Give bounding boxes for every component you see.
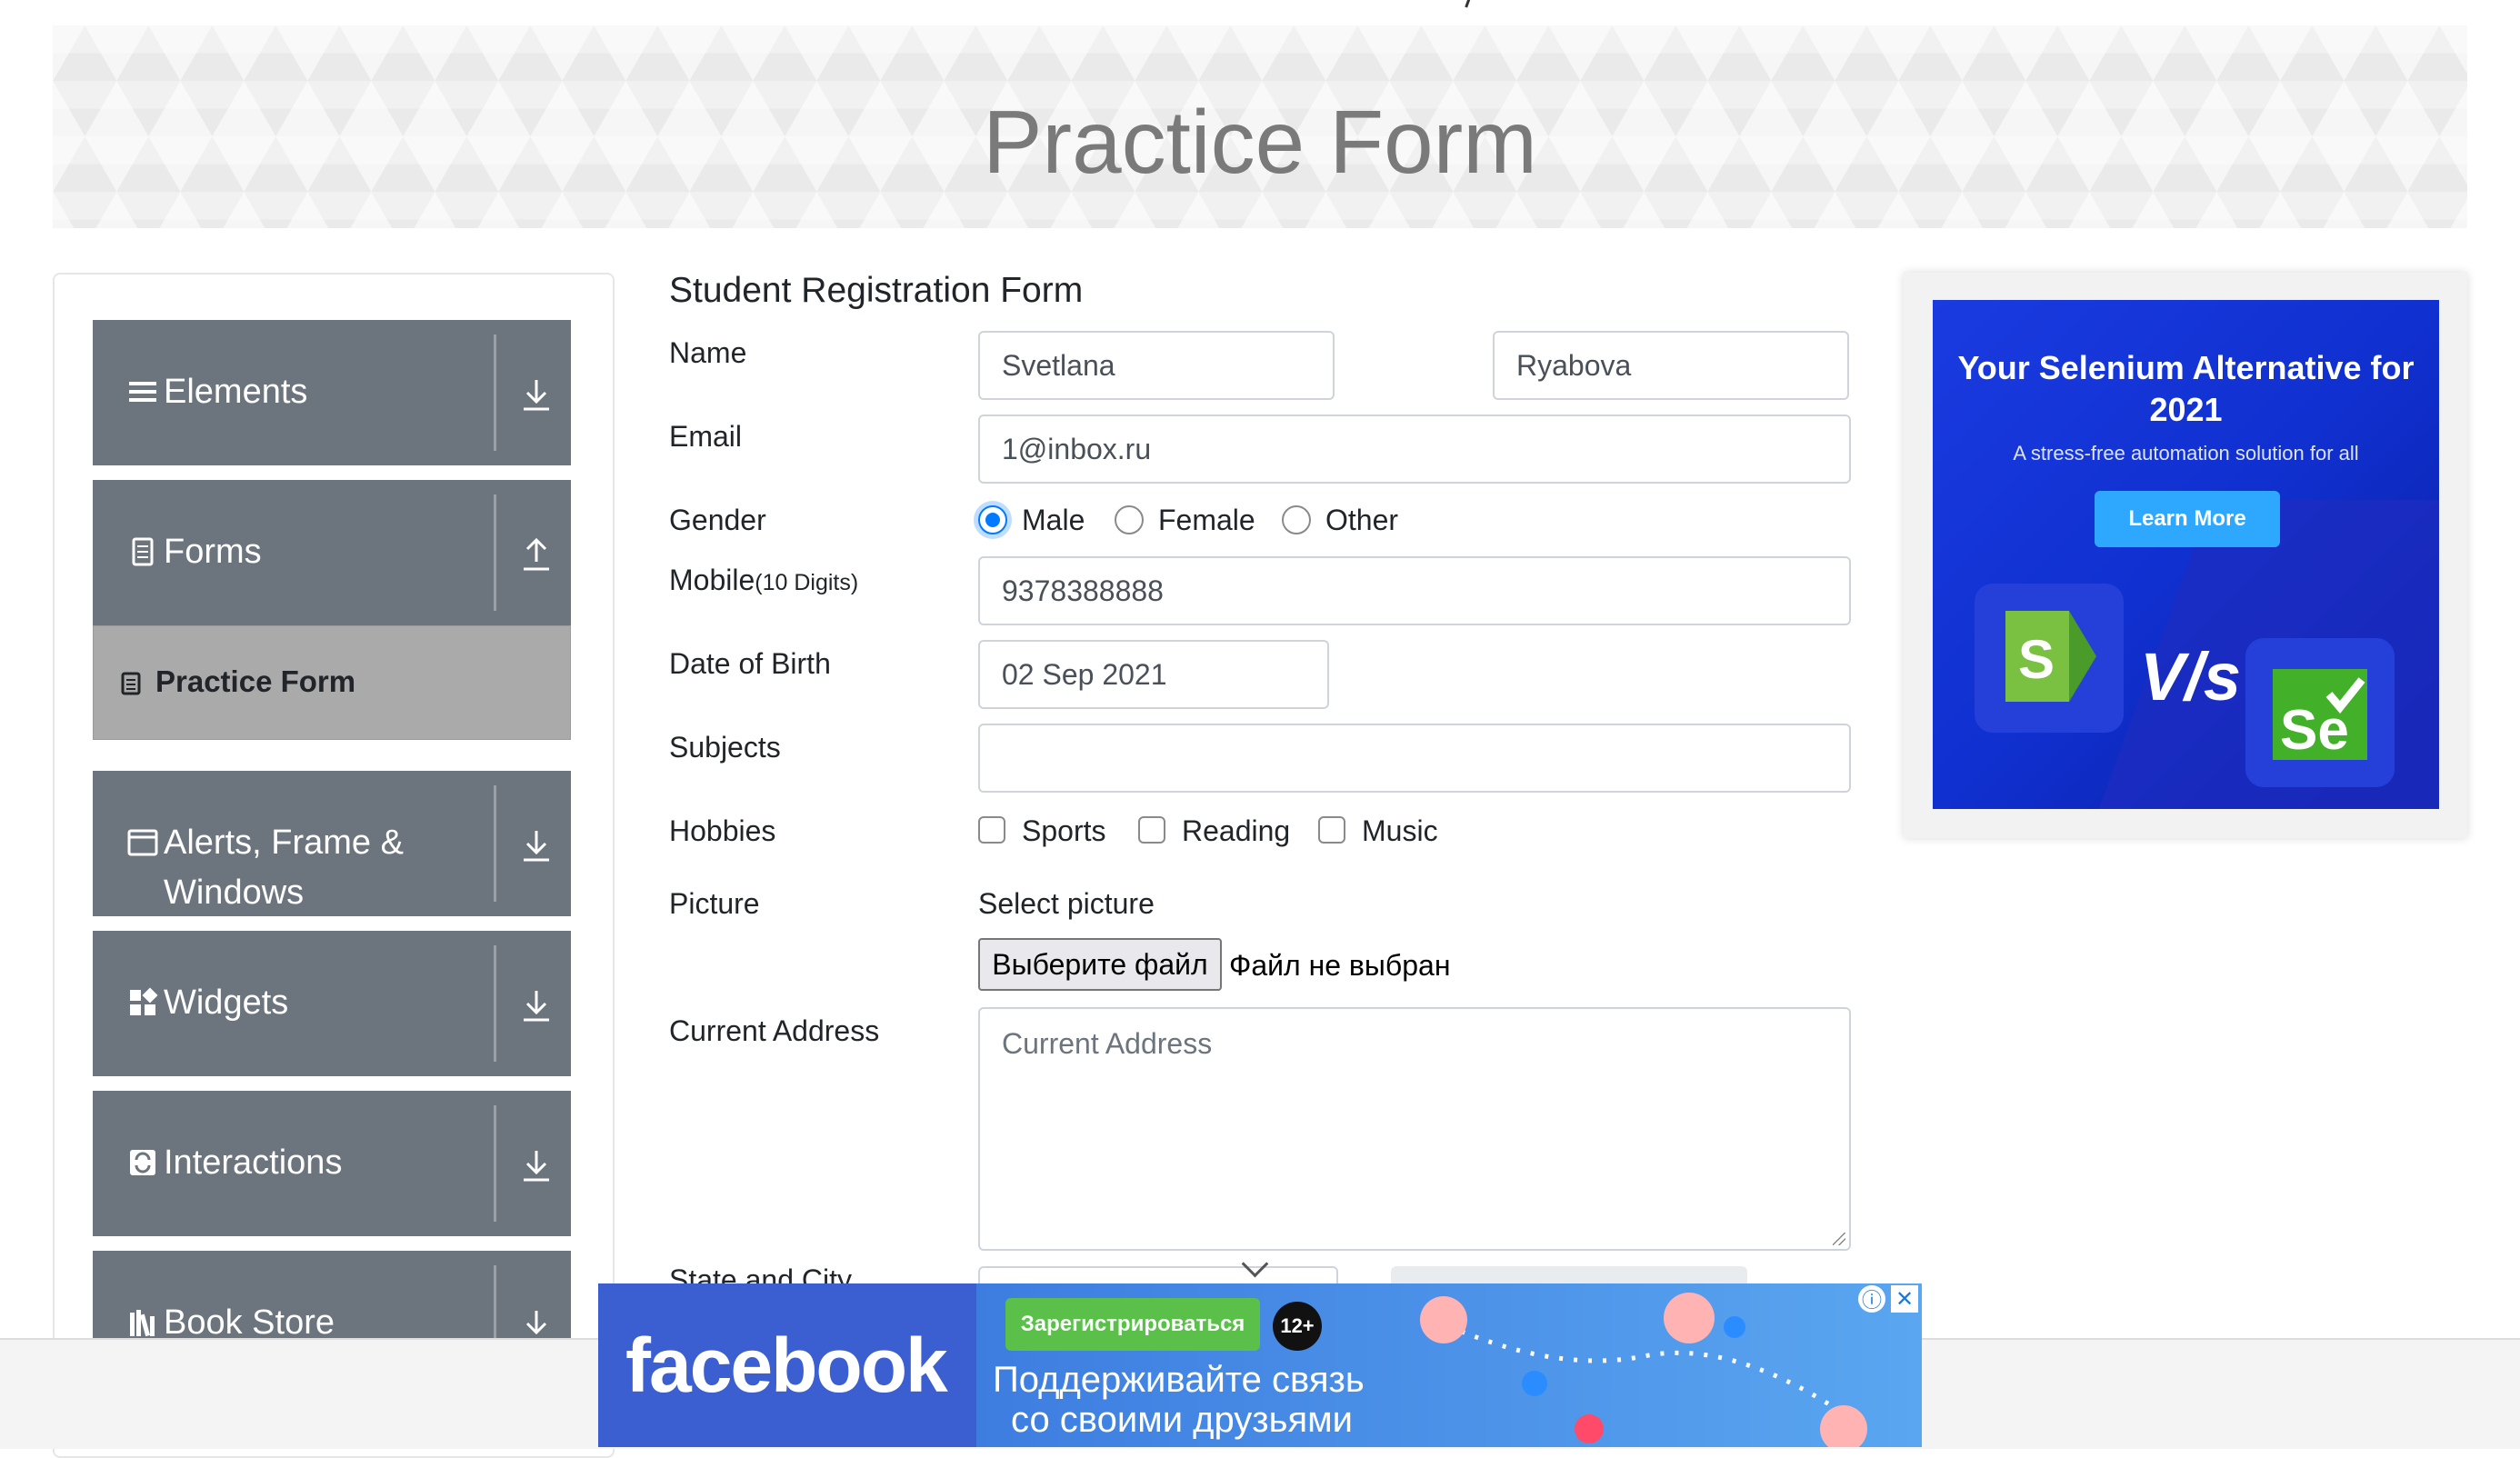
- ad-subtitle: A stress-free automation solution for al…: [2013, 442, 2359, 464]
- current-address-placeholder: Current Address: [1002, 1027, 1213, 1060]
- world-map-graphic: [1420, 1293, 1867, 1447]
- subjects-input[interactable]: [978, 724, 1851, 793]
- subjects-label: Subjects: [669, 731, 781, 764]
- arrow-down-icon[interactable]: [520, 987, 553, 1024]
- sidebar: Elements Forms Practice Form Alerts, Fra…: [53, 273, 615, 1458]
- arrow-down-icon[interactable]: [520, 827, 553, 864]
- hobby-music-label[interactable]: Music: [1362, 814, 1438, 848]
- arrow-up-icon[interactable]: [520, 536, 553, 573]
- sidebar-group-elements[interactable]: Elements: [93, 320, 571, 465]
- gender-male-label[interactable]: Male: [1022, 504, 1085, 537]
- current-address-label: Current Address: [669, 1014, 880, 1047]
- gender-male-radio[interactable]: [978, 505, 1007, 534]
- state-city-label: State and City: [669, 1263, 852, 1285]
- sidebar-group-label: Widgets: [164, 984, 289, 1022]
- page-title: Practice Form: [983, 92, 1537, 192]
- arrow-down-icon[interactable]: [520, 376, 553, 413]
- age-badge: 12+: [1273, 1302, 1322, 1351]
- facebook-logo: facebook: [625, 1323, 948, 1408]
- selenium-logo-tile: Se: [2245, 638, 2395, 787]
- mobile-label: Mobile(10 Digits): [669, 564, 858, 597]
- picture-hint: Select picture: [978, 887, 1155, 920]
- name-label: Name: [669, 336, 747, 369]
- date-of-birth-input[interactable]: 02 Sep 2021: [978, 640, 1329, 709]
- testsigma-logo-icon: S: [2005, 611, 2096, 702]
- hobby-reading-label[interactable]: Reading: [1182, 814, 1290, 848]
- sidebar-group-label: Interactions: [164, 1143, 343, 1182]
- cursor-mark: [1453, 0, 1472, 8]
- window-icon: [127, 829, 158, 856]
- form-icon: [121, 672, 141, 695]
- picture-label: Picture: [669, 887, 760, 920]
- email-input[interactable]: 1@inbox.ru: [978, 414, 1851, 484]
- gender-label: Gender: [669, 504, 766, 536]
- sidebar-item-practice-form[interactable]: Practice Form: [93, 625, 571, 740]
- selenium-ad[interactable]: Your Selenium Alternative for 2021 A str…: [1933, 300, 2439, 809]
- page-banner: Practice Form: [53, 25, 2467, 228]
- arrow-down-icon[interactable]: [520, 1147, 553, 1183]
- register-button[interactable]: Зарегистрироваться: [1005, 1298, 1260, 1351]
- gender-other-label[interactable]: Other: [1325, 504, 1398, 537]
- ad-close-icon[interactable]: ✕: [1891, 1285, 1918, 1313]
- resize-handle[interactable]: [1833, 1233, 1845, 1245]
- email-label: Email: [669, 420, 743, 453]
- sidebar-group-forms[interactable]: Forms: [93, 480, 571, 625]
- versus-text: V/s: [2140, 639, 2242, 714]
- sidebar-group-interactions[interactable]: Interactions: [93, 1091, 571, 1236]
- sidebar-group-label: Elements: [164, 373, 308, 411]
- form-title: Student Registration Form: [669, 271, 1084, 310]
- document-icon: [132, 537, 154, 566]
- testsigma-logo-tile: S: [1975, 584, 2124, 733]
- mobile-input[interactable]: 9378388888: [978, 556, 1851, 625]
- hobby-music-checkbox[interactable]: [1318, 816, 1345, 844]
- ad-message: Поддерживайте связь со своими друзьями: [993, 1360, 1365, 1440]
- ad-message-line1: Поддерживайте связь: [993, 1360, 1365, 1400]
- ad-title: Your Selenium Alternative for 2021: [1957, 349, 2415, 428]
- hobbies-label: Hobbies: [669, 814, 776, 847]
- svg-text:S: S: [2018, 629, 2055, 690]
- current-address-textarea[interactable]: Current Address: [978, 1007, 1851, 1251]
- hobby-sports-checkbox[interactable]: [978, 816, 1005, 844]
- mobile-hint: (10 Digits): [755, 570, 859, 595]
- dob-label: Date of Birth: [669, 647, 831, 680]
- sidebar-group-widgets[interactable]: Widgets: [93, 931, 571, 1076]
- last-name-input[interactable]: Ryabova: [1493, 331, 1849, 400]
- learn-more-button[interactable]: Learn More: [2095, 491, 2280, 547]
- hamburger-icon: [129, 382, 156, 402]
- selenium-logo-icon: Se: [2273, 669, 2367, 762]
- file-status: Файл не выбран: [1229, 949, 1451, 982]
- books-icon: [130, 1310, 155, 1337]
- sidebar-group-alerts[interactable]: Alerts, Frame & Windows: [93, 771, 571, 916]
- facebook-ad[interactable]: facebook Зарегистрироваться 12+ Поддержи…: [598, 1283, 1922, 1447]
- widgets-icon: [130, 987, 158, 1015]
- sidebar-group-label: Alerts, Frame & Windows: [164, 824, 404, 912]
- mobile-label-text: Mobile: [669, 564, 755, 596]
- hobby-reading-checkbox[interactable]: [1138, 816, 1165, 844]
- ad-message-line2: со своими друзьями: [1011, 1400, 1353, 1440]
- hobby-sports-label[interactable]: Sports: [1022, 814, 1105, 848]
- sidebar-item-label: Practice Form: [155, 664, 356, 698]
- ad-info-icon[interactable]: ⓘ: [1858, 1285, 1885, 1313]
- first-name-input[interactable]: Svetlana: [978, 331, 1335, 400]
- choose-file-button[interactable]: Выберите файл: [978, 938, 1222, 991]
- gender-female-label[interactable]: Female: [1158, 504, 1255, 537]
- gender-female-radio[interactable]: [1115, 505, 1144, 534]
- interactions-icon: [130, 1150, 155, 1175]
- sidebar-group-label: Forms: [164, 533, 262, 571]
- gender-other-radio[interactable]: [1282, 505, 1311, 534]
